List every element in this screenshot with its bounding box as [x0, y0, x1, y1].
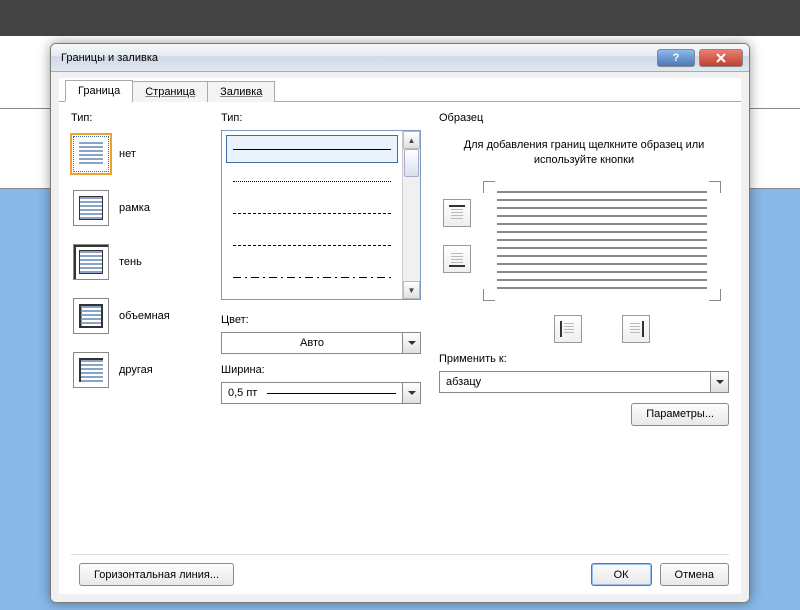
tab-label: Заливка: [220, 86, 262, 98]
scroll-down-button[interactable]: ▼: [403, 281, 420, 299]
border-bottom-button[interactable]: [443, 245, 471, 273]
setting-thumbnail: [73, 244, 109, 280]
ok-label: ОК: [614, 569, 629, 581]
setting-label: рамка: [119, 202, 150, 214]
setting-3d[interactable]: объемная: [71, 296, 211, 336]
preview-paragraph: [497, 191, 707, 291]
preview-heading: Образец: [439, 112, 729, 124]
line-style-solid[interactable]: [226, 135, 398, 163]
color-value: Авто: [222, 337, 402, 349]
close-button[interactable]: [699, 49, 743, 67]
apply-to-row: Применить к: абзацу: [439, 353, 729, 393]
line-style-dotted[interactable]: [226, 167, 398, 195]
app-background-dark: [0, 0, 800, 36]
horizontal-line-button[interactable]: Горизонтальная линия...: [79, 563, 234, 586]
corner-marker: [709, 289, 721, 301]
setting-none[interactable]: нет: [71, 134, 211, 174]
color-heading: Цвет:: [221, 314, 421, 326]
setting-heading: Тип:: [71, 112, 211, 124]
tab-label: Граница: [78, 85, 120, 97]
setting-list: нет рамка тень объемная: [71, 130, 211, 394]
setting-shadow[interactable]: тень: [71, 242, 211, 282]
help-button[interactable]: ?: [657, 49, 695, 67]
scroll-thumb[interactable]: [404, 149, 419, 177]
dialog-footer: Горизонтальная линия... ОК Отмена: [71, 554, 729, 582]
corner-marker: [483, 181, 495, 193]
setting-thumbnail: [73, 136, 109, 172]
preview-frame[interactable]: [483, 181, 721, 301]
setting-thumbnail: [73, 352, 109, 388]
preview-box[interactable]: [475, 181, 729, 301]
cancel-button[interactable]: Отмена: [660, 563, 729, 586]
width-heading: Ширина:: [221, 364, 421, 376]
dropdown-arrow-icon[interactable]: [402, 383, 420, 403]
color-combo[interactable]: Авто: [221, 332, 421, 354]
border-top-button[interactable]: [443, 199, 471, 227]
border-left-button[interactable]: [554, 315, 582, 343]
style-column: Тип: ▲ ▼: [221, 112, 421, 532]
apply-to-value: абзацу: [440, 376, 710, 388]
setting-label: тень: [119, 256, 142, 268]
params-row: Параметры...: [439, 403, 729, 426]
borders-and-shading-dialog: Границы и заливка ? Граница Страница Зал…: [50, 43, 750, 603]
tab-strip: Граница Страница Заливка: [59, 78, 741, 102]
preview-row: [439, 181, 729, 301]
setting-thumbnail: [73, 298, 109, 334]
tab-border[interactable]: Граница: [65, 80, 133, 102]
dialog-body: Граница Страница Заливка Тип: нет: [51, 72, 749, 602]
close-icon: [716, 53, 726, 63]
edge-buttons-horizontal: [439, 301, 729, 343]
setting-column: Тип: нет рамка тень: [71, 112, 211, 532]
width-value: 0,5 пт: [228, 387, 257, 399]
cancel-label: Отмена: [675, 569, 714, 581]
options-button-label: Параметры...: [646, 408, 714, 420]
tab-content: Тип: нет рамка тень: [59, 102, 741, 532]
corner-marker: [483, 289, 495, 301]
preview-hint: Для добавления границ щелкните образец и…: [439, 130, 729, 181]
scroll-up-button[interactable]: ▲: [403, 131, 420, 149]
apply-to-combo[interactable]: абзацу: [439, 371, 729, 393]
setting-custom[interactable]: другая: [71, 350, 211, 390]
corner-marker: [709, 181, 721, 193]
horizontal-line-label: Горизонтальная линия...: [94, 569, 219, 581]
preview-column: Образец Для добавления границ щелкните о…: [439, 112, 729, 532]
dropdown-arrow-icon[interactable]: [710, 372, 728, 392]
tab-label: Страница: [145, 86, 195, 98]
options-button[interactable]: Параметры...: [631, 403, 729, 426]
border-right-button[interactable]: [622, 315, 650, 343]
dialog-title: Границы и заливка: [57, 52, 653, 64]
width-sample-line: [267, 393, 396, 394]
setting-label: объемная: [119, 310, 170, 322]
scroll-track[interactable]: [403, 149, 420, 281]
setting-label: нет: [119, 148, 136, 160]
line-style-list[interactable]: ▲ ▼: [221, 130, 421, 300]
edge-buttons-vertical: [439, 181, 475, 301]
line-style-scrollbar[interactable]: ▲ ▼: [402, 131, 420, 299]
dropdown-arrow-icon[interactable]: [402, 333, 420, 353]
tab-page[interactable]: Страница: [132, 81, 208, 102]
setting-thumbnail: [73, 190, 109, 226]
ok-button[interactable]: ОК: [591, 563, 652, 586]
setting-box[interactable]: рамка: [71, 188, 211, 228]
apply-to-label: Применить к:: [439, 353, 729, 365]
line-style-dashed-small[interactable]: [226, 199, 398, 227]
tab-shading[interactable]: Заливка: [207, 81, 275, 102]
width-combo[interactable]: 0,5 пт: [221, 382, 421, 404]
style-heading: Тип:: [221, 112, 421, 124]
setting-label: другая: [119, 364, 153, 376]
dialog-titlebar[interactable]: Границы и заливка ?: [51, 44, 749, 72]
line-style-dashed[interactable]: [226, 231, 398, 259]
line-style-dashdot[interactable]: [226, 263, 398, 291]
